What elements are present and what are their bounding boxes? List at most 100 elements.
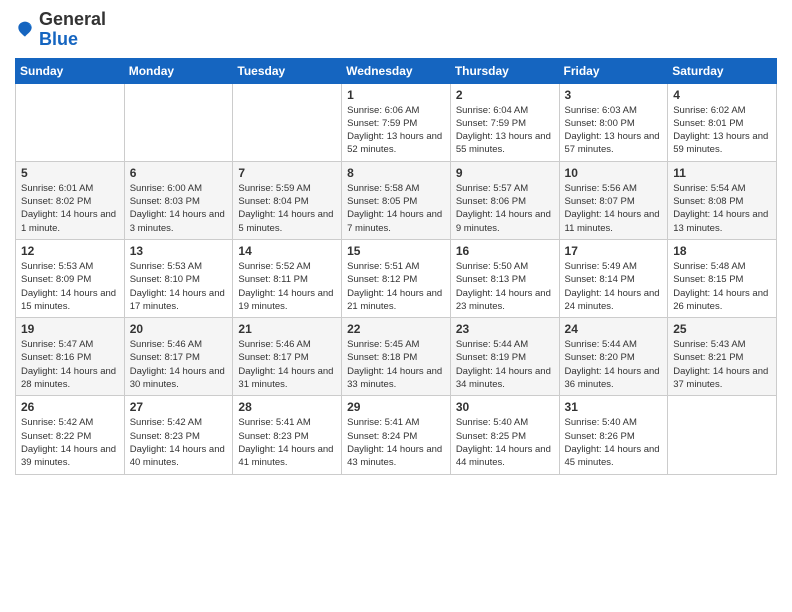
calendar-cell xyxy=(233,83,342,161)
day-number: 8 xyxy=(347,166,445,180)
calendar-header-wednesday: Wednesday xyxy=(342,58,451,83)
day-content: Sunrise: 5:52 AM Sunset: 8:11 PM Dayligh… xyxy=(238,260,336,313)
day-content: Sunrise: 5:43 AM Sunset: 8:21 PM Dayligh… xyxy=(673,338,771,391)
day-number: 17 xyxy=(565,244,663,258)
calendar-cell: 29 Sunrise: 5:41 AM Sunset: 8:24 PM Dayli… xyxy=(342,396,451,474)
day-content: Sunrise: 5:45 AM Sunset: 8:18 PM Dayligh… xyxy=(347,338,445,391)
day-number: 16 xyxy=(456,244,554,258)
calendar-week-row: 5 Sunrise: 6:01 AM Sunset: 8:02 PM Daylig… xyxy=(16,161,777,239)
day-number: 2 xyxy=(456,88,554,102)
day-content: Sunrise: 5:41 AM Sunset: 8:24 PM Dayligh… xyxy=(347,416,445,469)
calendar-cell: 31 Sunrise: 5:40 AM Sunset: 8:26 PM Dayli… xyxy=(559,396,668,474)
day-content: Sunrise: 5:46 AM Sunset: 8:17 PM Dayligh… xyxy=(238,338,336,391)
day-number: 22 xyxy=(347,322,445,336)
page-header: GeneralBlue xyxy=(15,10,777,50)
calendar-cell xyxy=(16,83,125,161)
day-content: Sunrise: 5:40 AM Sunset: 8:26 PM Dayligh… xyxy=(565,416,663,469)
calendar-cell: 12 Sunrise: 5:53 AM Sunset: 8:09 PM Dayli… xyxy=(16,239,125,317)
day-number: 7 xyxy=(238,166,336,180)
calendar-cell: 19Sunrise: 5:47 AM Sunset: 8:16 PM Dayli… xyxy=(16,318,125,396)
calendar-header-tuesday: Tuesday xyxy=(233,58,342,83)
day-number: 29 xyxy=(347,400,445,414)
calendar-week-row: 1 Sunrise: 6:06 AM Sunset: 7:59 PM Daylig… xyxy=(16,83,777,161)
calendar-table: SundayMondayTuesdayWednesdayThursdayFrid… xyxy=(15,58,777,475)
calendar-cell: 17Sunrise: 5:49 AM Sunset: 8:14 PM Dayli… xyxy=(559,239,668,317)
logo: GeneralBlue xyxy=(15,10,106,50)
day-content: Sunrise: 5:41 AM Sunset: 8:23 PM Dayligh… xyxy=(238,416,336,469)
day-number: 14 xyxy=(238,244,336,258)
calendar-cell: 8Sunrise: 5:58 AM Sunset: 8:05 PM Daylig… xyxy=(342,161,451,239)
day-content: Sunrise: 6:02 AM Sunset: 8:01 PM Dayligh… xyxy=(673,104,771,157)
calendar-body: 1 Sunrise: 6:06 AM Sunset: 7:59 PM Daylig… xyxy=(16,83,777,474)
logo-general: General xyxy=(39,10,106,30)
calendar-cell: 25 Sunrise: 5:43 AM Sunset: 8:21 PM Dayli… xyxy=(668,318,777,396)
calendar-cell: 18 Sunrise: 5:48 AM Sunset: 8:15 PM Dayli… xyxy=(668,239,777,317)
day-content: Sunrise: 6:04 AM Sunset: 7:59 PM Dayligh… xyxy=(456,104,554,157)
calendar-cell: 9 Sunrise: 5:57 AM Sunset: 8:06 PM Daylig… xyxy=(450,161,559,239)
day-number: 25 xyxy=(673,322,771,336)
day-content: Sunrise: 5:57 AM Sunset: 8:06 PM Dayligh… xyxy=(456,182,554,235)
day-content: Sunrise: 6:00 AM Sunset: 8:03 PM Dayligh… xyxy=(130,182,228,235)
day-content: Sunrise: 5:53 AM Sunset: 8:10 PM Dayligh… xyxy=(130,260,228,313)
calendar-header-sunday: Sunday xyxy=(16,58,125,83)
logo-blue: Blue xyxy=(39,30,106,50)
calendar-cell: 22 Sunrise: 5:45 AM Sunset: 8:18 PM Dayli… xyxy=(342,318,451,396)
calendar-cell: 20 Sunrise: 5:46 AM Sunset: 8:17 PM Dayli… xyxy=(124,318,233,396)
calendar-header-thursday: Thursday xyxy=(450,58,559,83)
day-content: Sunrise: 5:50 AM Sunset: 8:13 PM Dayligh… xyxy=(456,260,554,313)
day-number: 31 xyxy=(565,400,663,414)
day-content: Sunrise: 5:48 AM Sunset: 8:15 PM Dayligh… xyxy=(673,260,771,313)
day-content: Sunrise: 5:51 AM Sunset: 8:12 PM Dayligh… xyxy=(347,260,445,313)
day-content: Sunrise: 5:59 AM Sunset: 8:04 PM Dayligh… xyxy=(238,182,336,235)
day-content: Sunrise: 5:44 AM Sunset: 8:20 PM Dayligh… xyxy=(565,338,663,391)
day-number: 21 xyxy=(238,322,336,336)
calendar-cell xyxy=(124,83,233,161)
day-content: Sunrise: 5:42 AM Sunset: 8:22 PM Dayligh… xyxy=(21,416,119,469)
day-content: Sunrise: 5:40 AM Sunset: 8:25 PM Dayligh… xyxy=(456,416,554,469)
day-number: 12 xyxy=(21,244,119,258)
calendar-cell: 6 Sunrise: 6:00 AM Sunset: 8:03 PM Daylig… xyxy=(124,161,233,239)
day-content: Sunrise: 5:54 AM Sunset: 8:08 PM Dayligh… xyxy=(673,182,771,235)
day-number: 4 xyxy=(673,88,771,102)
calendar-cell: 11Sunrise: 5:54 AM Sunset: 8:08 PM Dayli… xyxy=(668,161,777,239)
day-number: 3 xyxy=(565,88,663,102)
calendar-header-row: SundayMondayTuesdayWednesdayThursdayFrid… xyxy=(16,58,777,83)
day-content: Sunrise: 5:46 AM Sunset: 8:17 PM Dayligh… xyxy=(130,338,228,391)
day-content: Sunrise: 6:01 AM Sunset: 8:02 PM Dayligh… xyxy=(21,182,119,235)
day-number: 18 xyxy=(673,244,771,258)
calendar-cell: 15Sunrise: 5:51 AM Sunset: 8:12 PM Dayli… xyxy=(342,239,451,317)
day-number: 28 xyxy=(238,400,336,414)
day-number: 20 xyxy=(130,322,228,336)
day-number: 10 xyxy=(565,166,663,180)
calendar-cell: 21 Sunrise: 5:46 AM Sunset: 8:17 PM Dayli… xyxy=(233,318,342,396)
day-number: 5 xyxy=(21,166,119,180)
calendar-cell: 3 Sunrise: 6:03 AM Sunset: 8:00 PM Daylig… xyxy=(559,83,668,161)
logo-text: GeneralBlue xyxy=(39,10,106,50)
calendar-cell: 2 Sunrise: 6:04 AM Sunset: 7:59 PM Daylig… xyxy=(450,83,559,161)
day-number: 19 xyxy=(21,322,119,336)
calendar-cell xyxy=(668,396,777,474)
calendar-cell: 28 Sunrise: 5:41 AM Sunset: 8:23 PM Dayli… xyxy=(233,396,342,474)
calendar-header-monday: Monday xyxy=(124,58,233,83)
calendar-header-friday: Friday xyxy=(559,58,668,83)
calendar-cell: 5 Sunrise: 6:01 AM Sunset: 8:02 PM Daylig… xyxy=(16,161,125,239)
day-number: 24 xyxy=(565,322,663,336)
calendar-cell: 4 Sunrise: 6:02 AM Sunset: 8:01 PM Daylig… xyxy=(668,83,777,161)
logo-icon xyxy=(15,20,35,40)
day-number: 6 xyxy=(130,166,228,180)
calendar-cell: 7 Sunrise: 5:59 AM Sunset: 8:04 PM Daylig… xyxy=(233,161,342,239)
calendar-header-saturday: Saturday xyxy=(668,58,777,83)
calendar-cell: 14 Sunrise: 5:52 AM Sunset: 8:11 PM Dayli… xyxy=(233,239,342,317)
calendar-cell: 23Sunrise: 5:44 AM Sunset: 8:19 PM Dayli… xyxy=(450,318,559,396)
day-number: 26 xyxy=(21,400,119,414)
day-number: 23 xyxy=(456,322,554,336)
calendar-cell: 27Sunrise: 5:42 AM Sunset: 8:23 PM Dayli… xyxy=(124,396,233,474)
day-number: 9 xyxy=(456,166,554,180)
calendar-cell: 13Sunrise: 5:53 AM Sunset: 8:10 PM Dayli… xyxy=(124,239,233,317)
day-content: Sunrise: 6:06 AM Sunset: 7:59 PM Dayligh… xyxy=(347,104,445,157)
day-content: Sunrise: 5:53 AM Sunset: 8:09 PM Dayligh… xyxy=(21,260,119,313)
day-number: 1 xyxy=(347,88,445,102)
day-content: Sunrise: 5:42 AM Sunset: 8:23 PM Dayligh… xyxy=(130,416,228,469)
day-content: Sunrise: 6:03 AM Sunset: 8:00 PM Dayligh… xyxy=(565,104,663,157)
calendar-cell: 1 Sunrise: 6:06 AM Sunset: 7:59 PM Daylig… xyxy=(342,83,451,161)
